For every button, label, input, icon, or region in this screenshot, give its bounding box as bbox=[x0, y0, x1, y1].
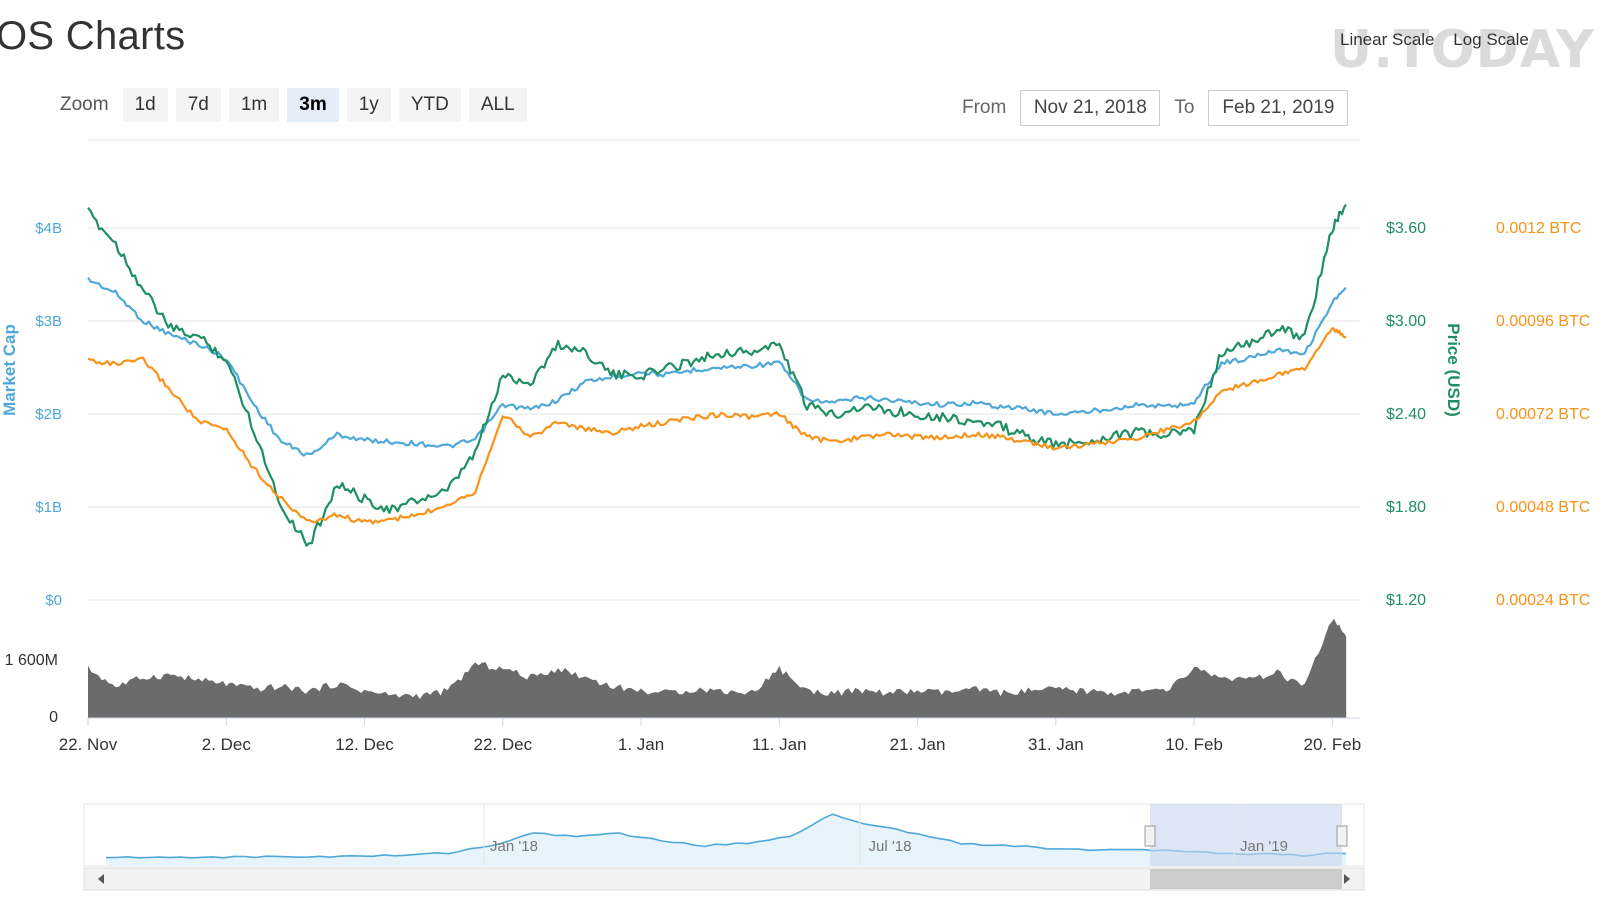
navigator[interactable]: Jan '18 Jul '18 Jan '19 bbox=[83, 803, 1365, 891]
price-btc-axis: 0.0012 BTC 0.00096 BTC 0.00072 BTC 0.00048 … bbox=[1496, 220, 1590, 609]
navigator-handle[interactable] bbox=[1336, 825, 1348, 847]
grid-lines bbox=[88, 139, 1360, 601]
market-cap-tick-label: $3B bbox=[35, 313, 62, 330]
x-tick-label: 31. Jan bbox=[1028, 735, 1084, 754]
series-lines bbox=[87, 203, 1347, 547]
navigator-label: Jan '19 bbox=[1240, 838, 1288, 855]
navigator-label: Jul '18 bbox=[869, 838, 912, 855]
market-cap-tick-label: $1B bbox=[35, 499, 62, 516]
navigator-label: Jan '18 bbox=[490, 838, 538, 855]
price-usd-tick-label: $3.00 bbox=[1386, 313, 1426, 330]
x-tick-label: 12. Dec bbox=[335, 735, 394, 754]
x-tick-label: 22. Dec bbox=[473, 735, 532, 754]
price-usd-tick-label: $2.40 bbox=[1386, 406, 1426, 423]
market-cap-axis: $4B $3B $2B $1B $0 bbox=[35, 220, 62, 609]
volume-area bbox=[88, 618, 1360, 719]
series-line-price_btc bbox=[87, 327, 1347, 525]
price-btc-tick-label: 0.00024 BTC bbox=[1496, 592, 1590, 609]
x-axis: 22. Nov 2. Dec 12. Dec 22. Dec 1. Jan 11. Jan… bbox=[59, 718, 1361, 754]
volume-axis: 1 600M 0 bbox=[5, 652, 58, 726]
market-cap-tick-label: $2B bbox=[35, 406, 62, 423]
volume-tick-label: 1 600M bbox=[5, 652, 58, 669]
x-tick-label: 11. Jan bbox=[752, 735, 807, 754]
navigator-selection bbox=[1150, 804, 1342, 866]
x-tick-label: 20. Feb bbox=[1304, 735, 1362, 754]
price-usd-tick-label: $1.20 bbox=[1386, 592, 1426, 609]
market-cap-tick-label: $0 bbox=[45, 592, 62, 609]
volume-tick-label: 0 bbox=[49, 709, 58, 726]
scrollbar-thumb[interactable] bbox=[1150, 869, 1342, 889]
x-tick-label: 1. Jan bbox=[618, 735, 664, 754]
navigator-handle[interactable] bbox=[1144, 825, 1156, 847]
price-usd-tick-label: $3.60 bbox=[1386, 220, 1426, 237]
price-btc-tick-label: 0.00096 BTC bbox=[1496, 313, 1590, 330]
volume-area-fill bbox=[88, 618, 1347, 718]
price-chart[interactable]: $4B $3B $2B $1B $0 $3.60 $3.00 $2.40 $1.80 $1.20… bbox=[0, 0, 1600, 900]
x-tick-label: 21. Jan bbox=[890, 735, 946, 754]
series-line-market_cap bbox=[87, 276, 1347, 457]
price-btc-tick-label: 0.0012 BTC bbox=[1496, 220, 1581, 237]
x-tick-label: 10. Feb bbox=[1165, 735, 1223, 754]
price-btc-tick-label: 0.00048 BTC bbox=[1496, 499, 1590, 516]
market-cap-tick-label: $4B bbox=[35, 220, 62, 237]
price-btc-tick-label: 0.00072 BTC bbox=[1496, 406, 1590, 423]
x-tick-label: 2. Dec bbox=[202, 735, 252, 754]
x-tick-label: 22. Nov bbox=[59, 735, 118, 754]
price-axis-title: Price (USD) bbox=[1444, 323, 1463, 417]
market-cap-axis-title: Market Cap bbox=[0, 324, 19, 416]
price-usd-tick-label: $1.80 bbox=[1386, 499, 1426, 516]
price-usd-axis: $3.60 $3.00 $2.40 $1.80 $1.20 bbox=[1386, 220, 1426, 609]
